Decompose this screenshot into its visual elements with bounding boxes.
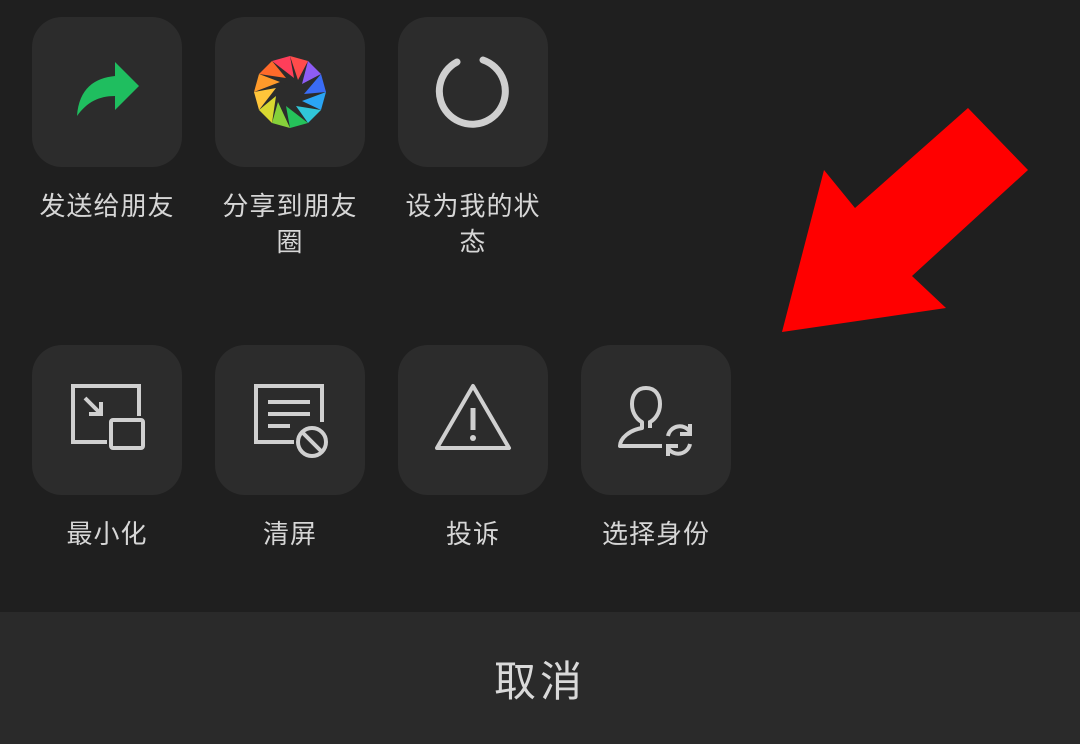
clear-screen-button[interactable] — [215, 345, 365, 495]
moments-aperture-icon — [254, 56, 326, 128]
set-as-status-item[interactable]: 设为我的状态 — [398, 17, 548, 261]
share-to-moments-button[interactable] — [215, 17, 365, 167]
set-as-status-label: 设为我的状态 — [405, 192, 541, 258]
complain-item[interactable]: 投诉 — [398, 345, 548, 553]
minimize-label: 最小化 — [66, 520, 148, 550]
warning-icon — [435, 384, 511, 450]
minimize-button[interactable] — [32, 345, 182, 495]
minimize-item[interactable]: 最小化 — [32, 345, 182, 553]
status-ring-icon — [435, 56, 509, 128]
send-to-friend-button[interactable] — [32, 17, 182, 167]
cancel-label: 取消 — [493, 656, 586, 706]
set-as-status-button[interactable] — [398, 17, 548, 167]
complain-button[interactable] — [398, 345, 548, 495]
share-arrow-icon — [77, 62, 139, 116]
send-to-friend-item[interactable]: 发送给朋友 — [32, 17, 182, 225]
choose-identity-item[interactable]: 选择身份 — [581, 345, 731, 553]
complain-label: 投诉 — [445, 520, 500, 550]
choose-identity-label: 选择身份 — [601, 520, 710, 550]
cancel-button[interactable]: 取消 — [0, 612, 1080, 744]
minimize-window-icon — [71, 384, 145, 450]
clear-screen-icon — [254, 384, 328, 458]
share-to-moments-item[interactable]: 分享到朋友圈 — [215, 17, 365, 261]
switch-identity-icon — [618, 386, 692, 456]
share-action-sheet: 发送给朋友 分享到朋友圈 设为我的状态 最小化 清屏 投诉 选择身份 — [0, 0, 1080, 612]
clear-screen-item[interactable]: 清屏 — [215, 345, 365, 553]
clear-screen-label: 清屏 — [262, 520, 317, 550]
choose-identity-button[interactable] — [581, 345, 731, 495]
share-to-moments-label: 分享到朋友圈 — [222, 192, 358, 258]
send-to-friend-label: 发送给朋友 — [39, 192, 175, 222]
